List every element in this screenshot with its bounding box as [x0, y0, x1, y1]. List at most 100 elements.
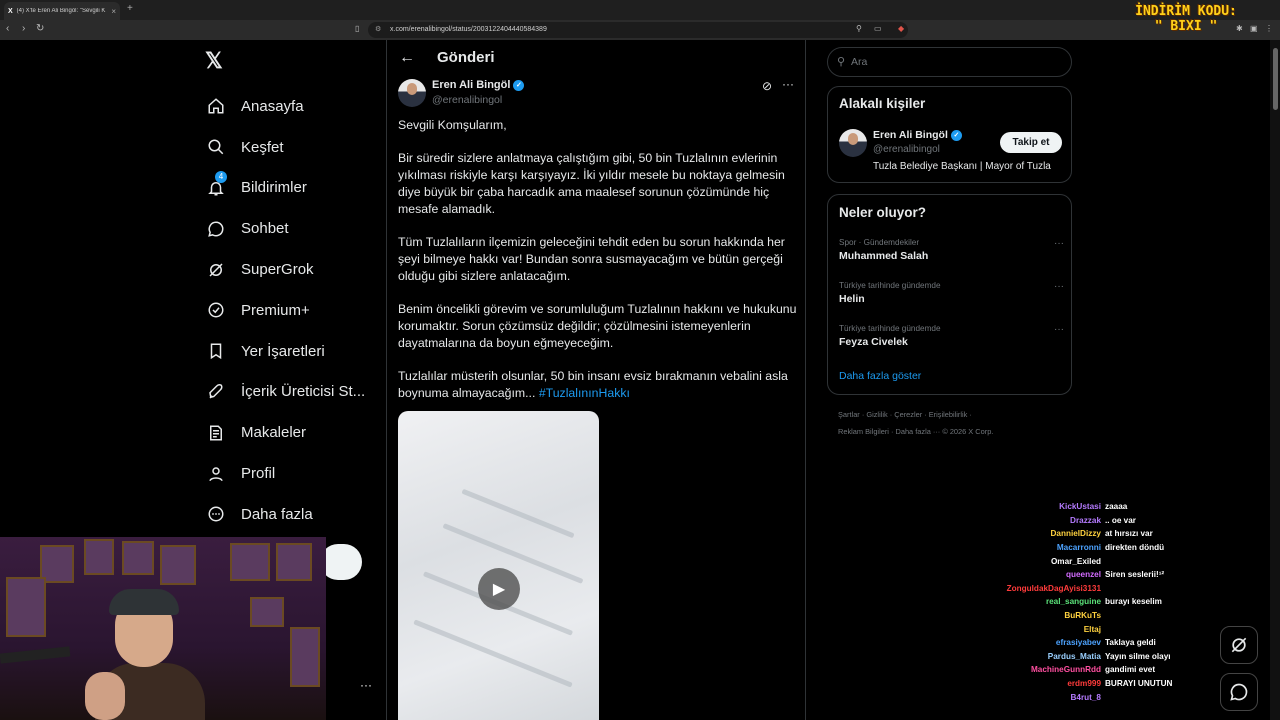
sidebar-icon[interactable]: ▣ — [1250, 24, 1258, 33]
chat-username[interactable]: ZonguldakDagAyisi3131 — [985, 584, 1105, 593]
search-icon: ⚲ — [837, 56, 846, 68]
related-title: Alakalı kişiler — [839, 96, 926, 111]
messages-fab[interactable] — [1220, 673, 1258, 711]
nav-item-explore[interactable]: Keşfet — [205, 127, 380, 168]
footer-links[interactable]: Şartlar · Gizlilik · Çerezler · Erişileb… — [838, 410, 1068, 419]
scrollbar-thumb[interactable] — [1273, 48, 1278, 110]
trend-item[interactable]: Türkiye tarihinde gündemde Helin ··· — [839, 281, 1064, 305]
scrollbar-track[interactable] — [1270, 40, 1280, 720]
close-tab-icon[interactable]: × — [111, 7, 116, 16]
related-name[interactable]: Eren Ali Bingöl ✓ — [873, 129, 962, 141]
chat-message: at hırsızı var — [1105, 529, 1153, 539]
more-options-icon[interactable]: ··· — [1054, 324, 1064, 335]
follow-button[interactable]: Takip et — [1000, 132, 1062, 153]
nav-item-notifications[interactable]: 4 Bildirimler — [205, 168, 380, 209]
grok-fab[interactable] — [1220, 626, 1258, 664]
streamer-hand — [85, 672, 125, 720]
menu-icon[interactable]: ⋮ — [1265, 24, 1273, 33]
address-bar[interactable]: ⚙ x.com/erenalibingol/status/20031224044… — [368, 22, 908, 38]
premium-icon — [205, 299, 227, 321]
avatar[interactable] — [839, 129, 867, 157]
more-options-icon[interactable]: ··· — [1054, 238, 1064, 249]
wall-frame — [290, 627, 320, 687]
search-input[interactable]: ⚲ Ara — [827, 47, 1072, 77]
zoom-icon[interactable]: ⚲ — [856, 24, 862, 33]
person-icon — [205, 463, 227, 485]
nav-item-premium[interactable]: Premium+ — [205, 290, 380, 331]
nav-item-more[interactable]: Daha fazla — [205, 494, 380, 535]
wall-frame — [276, 543, 312, 581]
chat-username[interactable]: erdm999 — [985, 679, 1105, 688]
back-icon[interactable]: ‹ — [6, 23, 9, 34]
chat-username[interactable]: real_sanguine — [985, 597, 1105, 606]
chat-username[interactable]: queenzel — [985, 570, 1105, 579]
show-more-link[interactable]: Daha fazla göster — [839, 370, 921, 382]
more-dots-icon[interactable]: ··· — [360, 678, 372, 692]
more-options-icon[interactable]: ··· — [1054, 281, 1064, 292]
related-handle[interactable]: @erenalibingol — [873, 144, 940, 155]
more-options-icon[interactable]: ··· — [782, 77, 794, 91]
avatar[interactable] — [398, 79, 426, 107]
related-name-text: Eren Ali Bingöl — [873, 129, 948, 141]
chat-username[interactable]: Macarronni — [985, 543, 1105, 552]
author-name-text: Eren Ali Bingöl — [432, 79, 511, 91]
nav-item-articles[interactable]: Makaleler — [205, 412, 380, 453]
footer-links-2[interactable]: Reklam Bilgileri · Daha fazla ··· © 2026… — [838, 427, 1068, 436]
chat-username[interactable]: B4rut_8 — [985, 693, 1105, 702]
tweet-video[interactable]: ▶ — [398, 411, 599, 720]
chat-message: .. oe var — [1105, 515, 1136, 525]
post-button[interactable] — [320, 544, 362, 580]
search-placeholder: Ara — [851, 56, 868, 68]
chat-username[interactable]: Drazzak — [985, 516, 1105, 525]
browser-tab[interactable]: X (4) X'te Eren Ali Bingöl: "Sevgili K × — [4, 2, 120, 20]
video-frame-stripe — [461, 488, 575, 539]
nav-label: Bildirimler — [241, 179, 307, 197]
chat-username[interactable]: MachineGunnRdd — [985, 665, 1105, 674]
author-name[interactable]: Eren Ali Bingöl ✓ — [432, 79, 525, 91]
screenshot-icon[interactable]: ▭ — [874, 24, 882, 33]
chat-message: direkten döndü — [1105, 543, 1165, 553]
streamer-cap — [109, 589, 179, 615]
forward-icon[interactable]: › — [22, 23, 25, 34]
bookmark-page-icon[interactable]: ▯ — [355, 24, 359, 33]
chat-message: burayı keselim — [1105, 597, 1162, 607]
trends-card: Neler oluyor? Spor · Gündemdekiler Muham… — [827, 194, 1072, 395]
back-arrow-icon[interactable]: ← — [399, 49, 415, 67]
nav-item-supergrok[interactable]: SuperGrok — [205, 249, 380, 290]
hashtag-link[interactable]: #TuzlalınınHakkı — [539, 386, 630, 400]
play-icon[interactable]: ▶ — [478, 568, 520, 610]
extension-shield-icon[interactable]: ◆ — [898, 24, 904, 33]
x-logo-icon[interactable]: 𝕏 — [205, 48, 223, 74]
wall-frame — [230, 543, 270, 581]
chat-username[interactable]: Eltaj — [985, 625, 1105, 634]
nav-item-chat[interactable]: Sohbet — [205, 208, 380, 249]
chat-line: queenzel Siren seslerii!¹² — [985, 568, 1225, 582]
verified-icon: ✓ — [950, 129, 962, 141]
trend-item[interactable]: Spor · Gündemdekiler Muhammed Salah ··· — [839, 238, 1064, 262]
nav-label: Daha fazla — [241, 505, 313, 523]
nav-label: Anasayfa — [241, 97, 304, 115]
new-tab-icon[interactable]: + — [127, 3, 133, 14]
trend-item[interactable]: Türkiye tarihinde gündemde Feyza Civelek… — [839, 324, 1064, 348]
chat-username[interactable]: efrasiyabev — [985, 638, 1105, 647]
trend-name: Feyza Civelek — [839, 336, 908, 348]
more-circle-icon — [205, 503, 227, 525]
article-icon — [205, 422, 227, 444]
nav-item-profile[interactable]: Profil — [205, 453, 380, 494]
chat-username[interactable]: KickUstasi — [985, 502, 1105, 511]
main-column: ← Gönderi Eren Ali Bingöl ✓ @erenalibing… — [386, 40, 806, 720]
nav-item-bookmarks[interactable]: Yer İşaretleri — [205, 331, 380, 372]
nav-item-creator-studio[interactable]: İçerik Üreticisi St... — [205, 372, 380, 413]
chat-username[interactable]: BuRKuTs — [985, 611, 1105, 620]
nav-item-home[interactable]: Anasayfa — [205, 86, 380, 127]
grok-icon[interactable]: ⊘ — [762, 79, 772, 93]
nav-label: Sohbet — [241, 220, 289, 238]
site-info-icon[interactable]: ⚙ — [375, 25, 381, 33]
chat-line: MachineGunnRdd gandimi evet — [985, 663, 1225, 677]
chat-username[interactable]: Omar_Exiled — [985, 557, 1105, 566]
promo-line-2: " BIXI " — [1154, 19, 1218, 34]
author-handle[interactable]: @erenalibingol — [432, 94, 502, 106]
chat-username[interactable]: Pardus_Matia — [985, 652, 1105, 661]
chat-username[interactable]: DannielDizzy — [985, 529, 1105, 538]
reload-icon[interactable]: ↻ — [36, 23, 44, 34]
